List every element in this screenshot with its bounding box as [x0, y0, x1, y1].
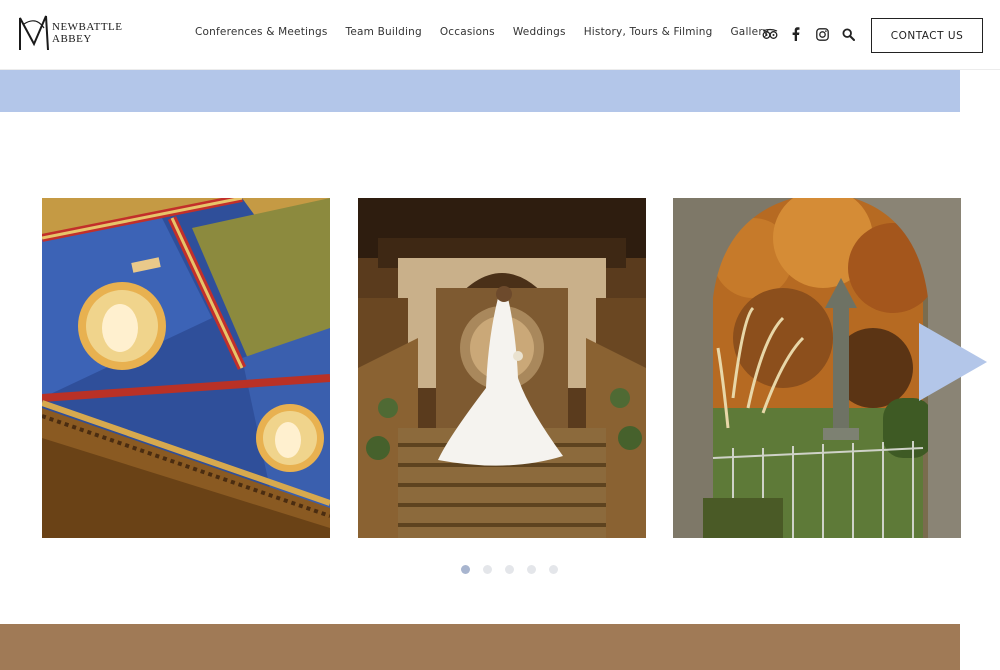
nav-weddings[interactable]: Weddings — [513, 26, 566, 38]
carousel-dot-1[interactable] — [461, 565, 470, 574]
nav-occasions[interactable]: Occasions — [440, 26, 495, 38]
logo-mark-icon — [19, 15, 49, 51]
site-header: NEWBATTLE ABBEY Conferences & Meetings T… — [0, 0, 1000, 70]
main-nav: Conferences & Meetings Team Building Occ… — [195, 26, 787, 38]
bride-staircase-image — [358, 198, 646, 538]
search-icon[interactable] — [840, 26, 856, 42]
carousel-dot-5[interactable] — [549, 565, 558, 574]
footer-brown-band — [0, 624, 960, 670]
carousel-dot-3[interactable] — [505, 565, 514, 574]
social-links — [762, 26, 866, 42]
hero-blue-band — [0, 70, 960, 112]
nav-history[interactable]: History, Tours & Filming — [584, 26, 713, 38]
carousel-dot-4[interactable] — [527, 565, 536, 574]
carousel-dot-2[interactable] — [483, 565, 492, 574]
prev-arrow-icon[interactable] — [14, 260, 24, 270]
facebook-icon[interactable] — [788, 26, 804, 42]
nav-conferences[interactable]: Conferences & Meetings — [195, 26, 328, 38]
brand-line-2: ABBEY — [52, 33, 92, 45]
brand-line-1: NEWBATTLE — [52, 21, 123, 33]
garden-arch-image — [673, 198, 961, 538]
carousel-slide-bride[interactable] — [358, 198, 646, 538]
brand-logo[interactable]: NEWBATTLE ABBEY — [18, 13, 128, 53]
brand-name: NEWBATTLE ABBEY — [52, 21, 122, 45]
carousel-slide-ceiling[interactable] — [42, 198, 330, 538]
contact-us-button[interactable]: CONTACT US — [871, 18, 983, 53]
next-arrow-icon[interactable] — [919, 323, 987, 401]
carousel-dots — [461, 565, 571, 574]
painted-ceiling-image — [42, 198, 330, 538]
carousel-slide-garden[interactable] — [673, 198, 961, 538]
tripadvisor-icon[interactable] — [762, 26, 778, 42]
instagram-icon[interactable] — [814, 26, 830, 42]
nav-team-building[interactable]: Team Building — [346, 26, 422, 38]
